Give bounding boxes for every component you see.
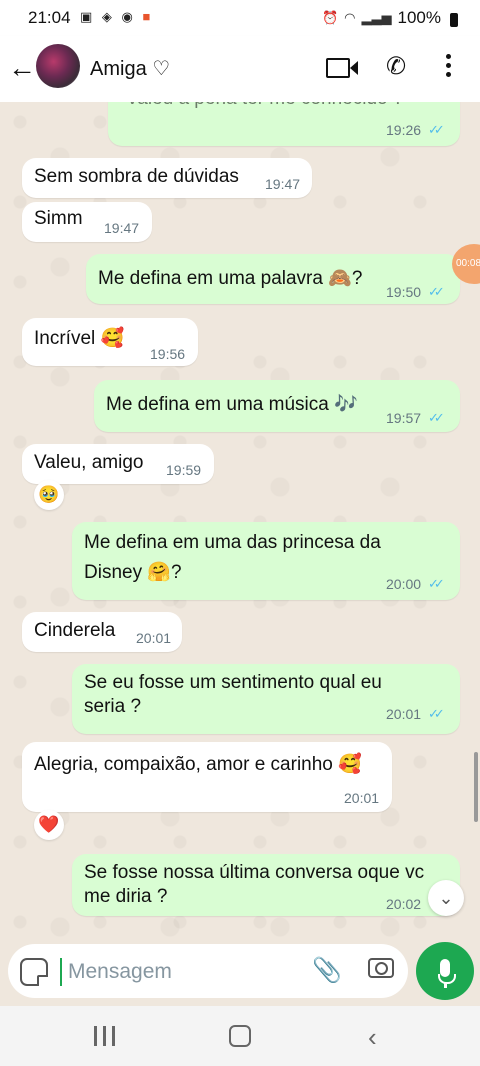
message-time: 20:01 [344, 790, 380, 806]
system-navigation-bar: ‹ [0, 1006, 480, 1066]
back-arrow-icon[interactable]: ← [8, 54, 36, 82]
read-receipt-icon: ✓✓ [428, 410, 445, 425]
wifi-icon: ◠ [344, 10, 356, 25]
message-outgoing[interactable]: Se eu fosse um sentimento qual eu seria … [72, 664, 460, 734]
notification-icons: ▣ ◈ ◉ ■ [80, 9, 154, 24]
message-outgoing[interactable]: Valeu a pena ter me conhecido ? 19:26 ✓✓ [108, 102, 460, 146]
home-icon[interactable] [229, 1025, 251, 1047]
contact-name[interactable]: Amiga ♡ [90, 56, 170, 81]
message-text-line: seria ? [84, 696, 142, 717]
message-time: 19:56 [150, 346, 186, 362]
voice-message-button[interactable] [416, 942, 474, 1000]
status-time: 21:04 [28, 8, 71, 27]
text-cursor [60, 958, 62, 986]
message-time: 20:01 [136, 630, 172, 646]
reaction-emoji: 🥹 [38, 485, 60, 504]
message-input-container[interactable]: 📎 [8, 944, 408, 998]
message-time: 19:59 [166, 462, 202, 478]
reaction-emoji: ❤️ [38, 815, 60, 834]
message-incoming[interactable]: Valeu, amigo 19:59 [22, 444, 214, 484]
message-outgoing[interactable]: Me defina em uma das princesa da Disney … [72, 522, 460, 600]
message-incoming[interactable]: Alegria, compaixão, amor e carinho 🥰 20:… [22, 742, 392, 812]
message-input[interactable] [66, 954, 290, 990]
chat-messages[interactable]: Valeu a pena ter me conhecido ? 19:26 ✓✓… [0, 102, 480, 938]
message-outgoing[interactable]: Me defina em uma palavra 🙈? 19:50 ✓✓ [86, 254, 460, 304]
message-time: 19:47 [104, 220, 140, 236]
phone-call-icon[interactable]: ✆ [386, 52, 406, 81]
battery-icon [450, 13, 458, 27]
status-right: ⏰ ◠ ▂▃▅ 100% [322, 8, 458, 28]
message-text-line: Disney 🤗? [84, 562, 182, 583]
message-reaction[interactable]: ❤️ [34, 810, 64, 840]
message-time: 20:00 [386, 576, 422, 592]
signal-icon: ▂▃▅ [361, 10, 392, 25]
message-incoming[interactable]: Cinderela 20:01 [22, 612, 182, 652]
message-composer: 📎 [0, 938, 480, 1006]
message-text-line: Se fosse nossa última conversa oque vc [84, 862, 425, 883]
message-time: 20:01 [386, 706, 422, 722]
message-text: Sem sombra de dúvidas [34, 166, 239, 187]
read-receipt-icon: ✓✓ [428, 576, 445, 591]
camera-icon[interactable] [368, 958, 394, 978]
message-reaction[interactable]: 🥹 [34, 480, 64, 510]
battery-level: 100% [397, 8, 441, 27]
read-receipt-icon: ✓✓ [428, 706, 445, 721]
message-text-line: Me defina em uma das princesa da [84, 532, 381, 553]
contact-avatar[interactable] [36, 44, 80, 88]
message-outgoing[interactable]: Se fosse nossa última conversa oque vc m… [72, 854, 460, 916]
message-text: Valeu, amigo [34, 452, 144, 473]
message-text: Incrível 🥰 [34, 328, 125, 349]
message-time: 20:02 [386, 896, 422, 912]
scroll-down-button[interactable]: ⌄ [428, 880, 464, 916]
message-outgoing[interactable]: Me defina em uma música 🎶 19:57 ✓✓ [94, 380, 460, 432]
message-incoming[interactable]: Incrível 🥰 19:56 [22, 318, 198, 366]
recent-apps-icon[interactable] [94, 1026, 116, 1046]
message-text-line: Se eu fosse um sentimento qual eu [84, 672, 382, 693]
chat-header: ← Amiga ♡ ✆ [0, 36, 480, 102]
back-chevron-icon[interactable]: ‹ [368, 1022, 377, 1053]
message-text-line: me diria ? [84, 886, 168, 907]
message-incoming[interactable]: Simm 19:47 [22, 202, 152, 242]
message-text: Alegria, compaixão, amor e carinho 🥰 [34, 754, 362, 775]
message-text: Simm [34, 208, 83, 229]
double-chevron-down-icon: ⌄ [438, 887, 454, 908]
message-time: 19:26 [386, 122, 422, 138]
scrollbar[interactable] [474, 752, 478, 822]
message-text: Me defina em uma música 🎶 [106, 394, 358, 415]
microphone-icon-base [438, 974, 456, 984]
message-text: Me defina em uma palavra 🙈? [98, 268, 363, 289]
message-text: Cinderela [34, 620, 116, 641]
video-call-icon[interactable] [326, 58, 358, 78]
message-time: 19:50 [386, 284, 422, 300]
message-text: Valeu a pena ter me conhecido ? [126, 102, 403, 112]
microphone-icon-stem [444, 983, 447, 988]
status-bar: 21:04 ▣ ◈ ◉ ■ ⏰ ◠ ▂▃▅ 100% [0, 0, 480, 36]
paperclip-icon[interactable]: 📎 [312, 956, 342, 985]
more-options-icon[interactable] [446, 54, 452, 81]
alarm-icon: ⏰ [321, 10, 339, 25]
read-receipt-icon: ✓✓ [428, 284, 445, 299]
message-incoming[interactable]: Sem sombra de dúvidas 19:47 [22, 158, 312, 198]
read-receipt-icon: ✓✓ [428, 122, 445, 137]
message-time: 19:57 [386, 410, 422, 426]
message-time: 19:47 [265, 176, 301, 192]
sticker-icon[interactable] [20, 958, 48, 986]
